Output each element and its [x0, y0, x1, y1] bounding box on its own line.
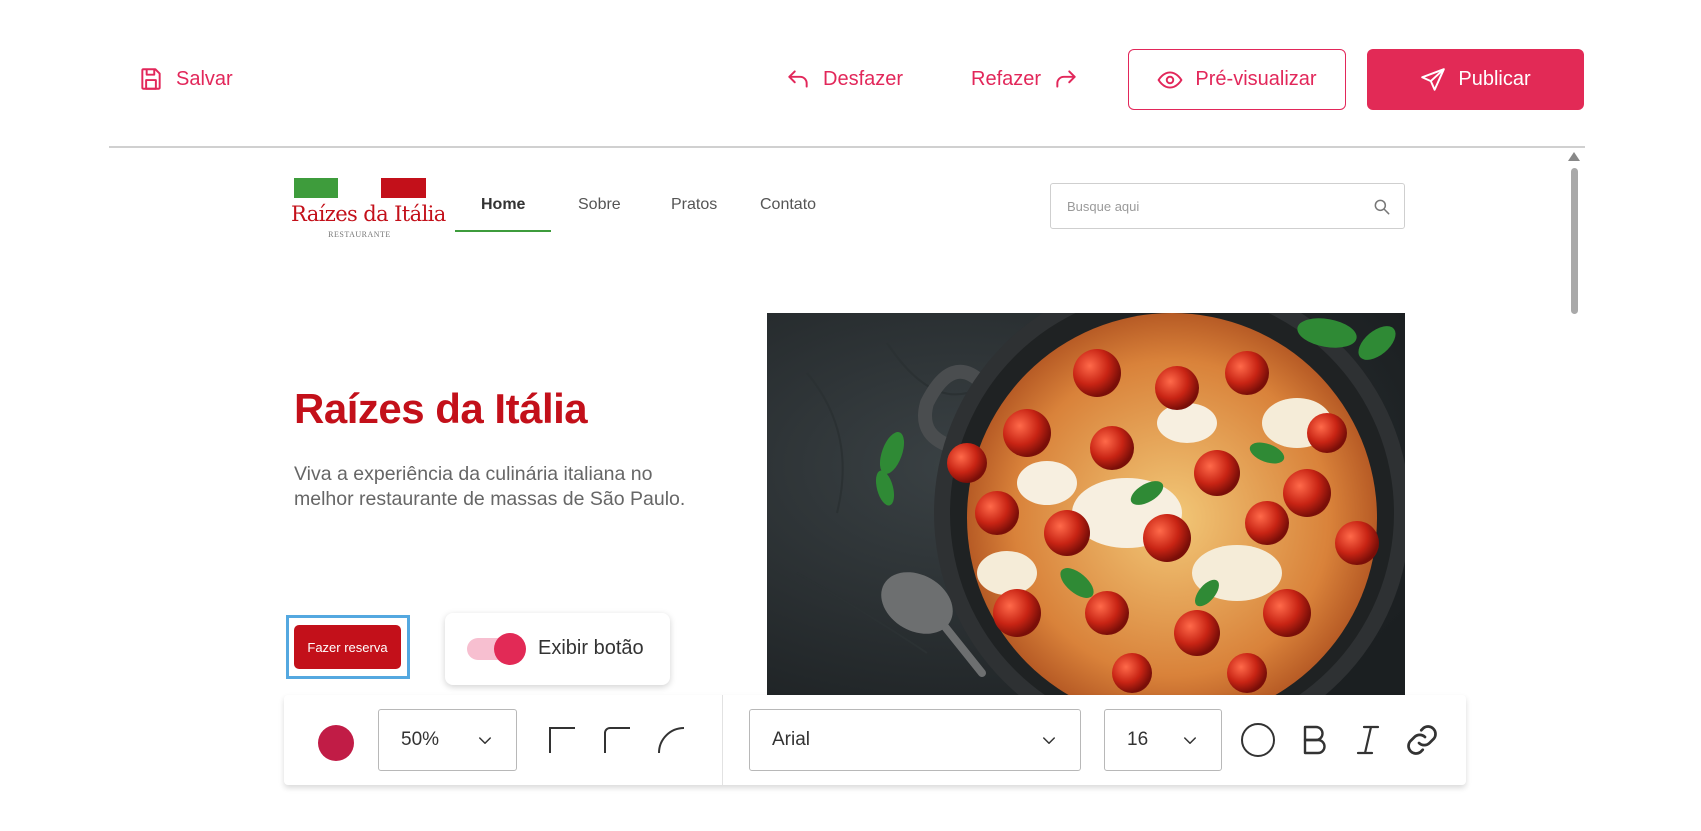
bold-icon[interactable] [1296, 722, 1332, 758]
logo-green-stripe [294, 178, 338, 198]
send-icon [1421, 67, 1446, 91]
font-size-value: 16 [1127, 729, 1149, 750]
logo-subtitle: RESTAURANTE [328, 230, 391, 239]
font-size-select[interactable]: 16 [1104, 709, 1222, 771]
undo-button[interactable]: Desfazer [785, 66, 903, 92]
logo-red-stripe [381, 178, 426, 198]
nav-item-contato[interactable]: Contato [760, 196, 816, 214]
preview-button[interactable]: Pré-visualizar [1128, 49, 1346, 110]
small-radius-corner-icon[interactable] [602, 725, 632, 755]
round-corner-icon[interactable] [656, 725, 686, 755]
search-icon[interactable] [1372, 197, 1392, 217]
publish-label: Publicar [1458, 68, 1531, 90]
font-family-value: Arial [772, 729, 811, 750]
scroll-up-arrow-icon[interactable] [1568, 152, 1580, 161]
pasta-skillet-image [767, 313, 1405, 695]
redo-icon [1056, 70, 1076, 88]
reserve-button[interactable]: Fazer reserva [294, 625, 401, 669]
search-input[interactable] [1067, 196, 1357, 216]
square-corner-icon[interactable] [547, 725, 577, 755]
format-toolbar: 50% Arial 16 [284, 695, 1466, 785]
publish-button[interactable]: Publicar [1367, 49, 1584, 110]
opacity-select[interactable]: 50% [378, 709, 517, 771]
hero-pasta-image[interactable] [767, 313, 1405, 695]
link-icon[interactable] [1404, 722, 1440, 758]
save-button[interactable]: Salvar [138, 66, 233, 92]
chevron-down-icon [1043, 737, 1055, 744]
site-search-box [1050, 183, 1405, 229]
scrollbar-thumb[interactable] [1571, 168, 1578, 314]
hero-description: Viva a experiência da culinária italiana… [294, 463, 686, 510]
preview-label: Pré-visualizar [1195, 68, 1317, 90]
editor-toolbar: Salvar Desfazer Refazer Pré-visualizar P… [0, 0, 1701, 147]
undo-label: Desfazer [823, 67, 904, 90]
redo-label: Refazer [971, 67, 1042, 90]
toggle-label: Exibir botão [538, 637, 644, 659]
nav-active-indicator [455, 230, 551, 232]
undo-icon [788, 70, 808, 88]
toggle-knob[interactable] [494, 633, 526, 665]
site-logo[interactable]: Raízes da Itália RESTAURANTE [291, 178, 446, 242]
chevron-down-icon [479, 737, 491, 744]
nav-item-sobre[interactable]: Sobre [578, 196, 621, 214]
opacity-value: 50% [401, 729, 440, 750]
hero-title: Raízes da Itália [294, 385, 588, 432]
italic-icon[interactable] [1350, 722, 1386, 758]
save-label: Salvar [176, 67, 233, 90]
redo-button[interactable]: Refazer [971, 66, 1079, 92]
eye-icon [1157, 70, 1183, 89]
toolbar-divider [109, 146, 1585, 148]
logo-title: Raízes da Itália [291, 202, 446, 226]
nav-item-pratos[interactable]: Pratos [671, 196, 717, 214]
circle-icon[interactable] [1240, 722, 1276, 758]
toolbar-separator [722, 695, 723, 785]
show-button-toggle-card: Exibir botão [445, 613, 670, 685]
chevron-down-icon [1184, 737, 1196, 744]
font-family-select[interactable]: Arial [749, 709, 1081, 771]
color-picker-swatch[interactable] [318, 725, 354, 761]
nav-item-home[interactable]: Home [481, 196, 525, 214]
save-icon [141, 68, 161, 90]
